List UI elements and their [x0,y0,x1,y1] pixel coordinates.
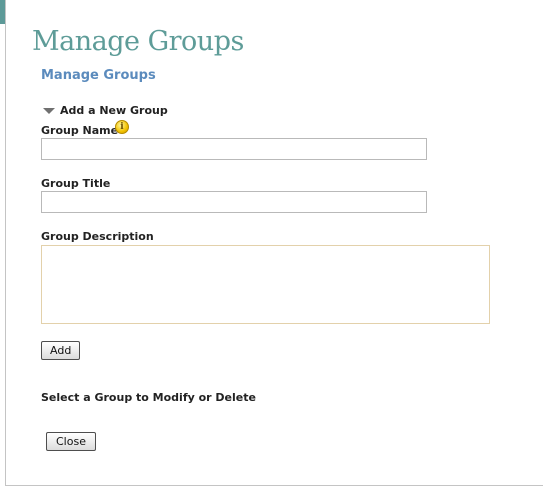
info-icon[interactable]: i [115,120,129,134]
modify-delete-label: Select a Group to Modify or Delete [41,391,256,404]
add-group-label: Add a New Group [60,103,168,117]
add-button[interactable]: Add [41,341,81,360]
group-description-label: Group Description [41,230,154,243]
triangle-down-icon [43,107,55,114]
add-group-toggle[interactable]: Add a New Group [43,103,168,117]
group-title-input[interactable] [41,191,427,213]
group-description-textarea[interactable] [41,245,490,324]
group-name-label: Group Name [41,124,119,137]
group-name-input[interactable] [41,138,427,160]
section-title: Manage Groups [41,68,156,83]
page-title: Manage Groups [32,26,244,57]
close-button[interactable]: Close [46,432,96,451]
group-title-label: Group Title [41,177,111,190]
